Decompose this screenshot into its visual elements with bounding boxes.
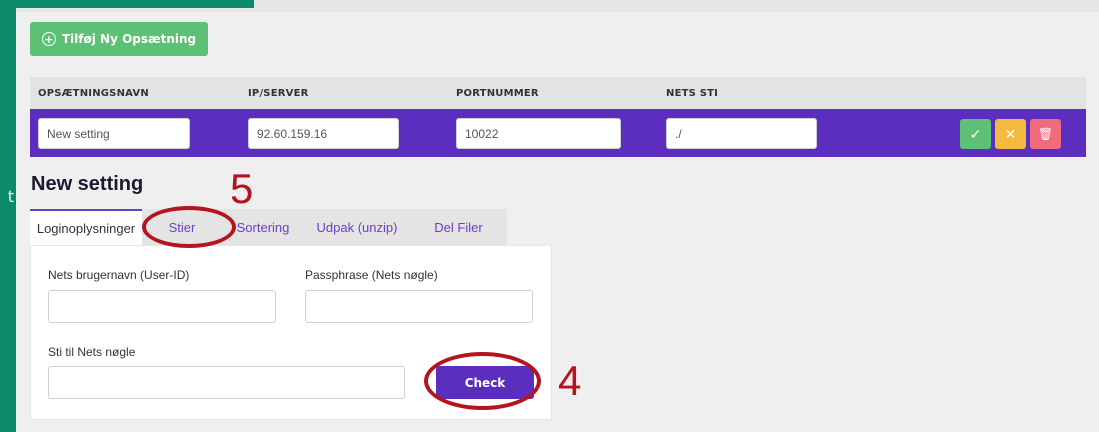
delete-row-button[interactable]: 🗑 (1030, 119, 1061, 149)
check-icon: ✓ (969, 125, 982, 142)
top-band-accent (16, 0, 254, 8)
add-setup-button[interactable]: + Tilføj Ny Opsætning (30, 22, 208, 56)
setting-title: New setting (31, 173, 144, 195)
cancel-row-button[interactable]: ✕ (995, 119, 1026, 149)
table-row: New setting 92.60.159.16 10022 ./ ✓ ✕ 🗑 (30, 109, 1086, 157)
tab-login[interactable]: Loginoplysninger (30, 209, 142, 245)
annotation-ellipse-5 (142, 206, 236, 248)
annotation-number-5: 5 (230, 165, 254, 212)
add-setup-label: Tilføj Ny Opsætning (61, 32, 197, 46)
annotation-number-4: 4 (558, 357, 582, 404)
passphrase-label: Passphrase (Nets nøgle) (305, 268, 438, 282)
setup-name-input[interactable]: New setting (38, 118, 190, 149)
ip-server-input[interactable]: 92.60.159.16 (248, 118, 399, 149)
header-nets-path: NETS STI (666, 88, 719, 99)
passphrase-input[interactable] (305, 290, 533, 323)
header-port: PORTNUMMER (456, 88, 539, 99)
key-path-label: Sti til Nets nøgle (48, 345, 136, 359)
plus-circle-icon: + (41, 32, 56, 46)
user-id-input[interactable] (48, 290, 276, 323)
close-icon: ✕ (1004, 125, 1017, 142)
port-input[interactable]: 10022 (456, 118, 621, 149)
save-row-button[interactable]: ✓ (960, 119, 991, 149)
tab-share-files[interactable]: Del Filer (410, 209, 507, 245)
annotation-ellipse-4 (424, 352, 541, 410)
stray-text: t (7, 187, 14, 206)
user-id-label: Nets brugernavn (User-ID) (48, 268, 190, 282)
header-ip-server: IP/SERVER (248, 88, 309, 99)
header-setup-name: OPSÆTNINGSNAVN (38, 88, 149, 99)
sidebar-edge (0, 0, 16, 432)
trash-icon: 🗑 (1037, 127, 1054, 141)
tab-unzip[interactable]: Udpak (unzip) (304, 209, 410, 245)
key-path-input[interactable] (48, 366, 405, 399)
nets-path-input[interactable]: ./ (666, 118, 817, 149)
table-header: OPSÆTNINGSNAVN IP/SERVER PORTNUMMER NETS… (30, 77, 1086, 109)
